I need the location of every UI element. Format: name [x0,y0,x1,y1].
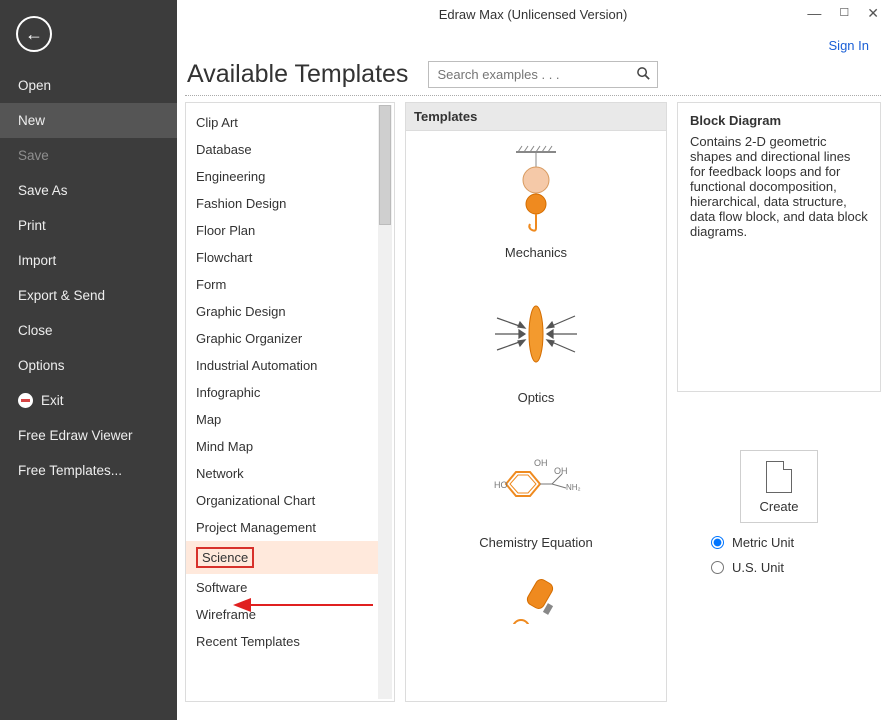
sidebar-item-export-send[interactable]: Export & Send [0,278,177,313]
chemistry-icon: HO OH OH NH₂ [486,429,586,529]
svg-text:NH₂: NH₂ [566,483,581,492]
sidebar-item-label: Import [18,253,56,268]
svg-text:OH: OH [534,458,548,468]
maximize-button[interactable]: ☐ [839,6,849,20]
sidebar-item-label: Save [18,148,49,163]
template-label: Chemistry Equation [479,535,592,550]
sidebar-item-print[interactable]: Print [0,208,177,243]
sidebar-item-import[interactable]: Import [0,243,177,278]
category-item[interactable]: Infographic [186,379,378,406]
sidebar-item-label: Print [18,218,46,233]
template-item[interactable] [486,574,586,630]
sidebar-item-label: Close [18,323,53,338]
category-item[interactable]: Industrial Automation [186,352,378,379]
description-title: Block Diagram [690,113,868,128]
page-title: Available Templates [187,60,408,89]
template-label: Mechanics [486,245,586,260]
category-item[interactable]: Flowchart [186,244,378,271]
category-item[interactable]: Network [186,460,378,487]
category-item[interactable]: Clip Art [186,109,378,136]
category-item[interactable]: Organizational Chart [186,487,378,514]
sidebar-item-save: Save [0,138,177,173]
category-item[interactable]: Map [186,406,378,433]
scrollbar[interactable] [378,105,392,699]
category-item[interactable]: Engineering [186,163,378,190]
sidebar-item-open[interactable]: Open [0,68,177,103]
search-box[interactable] [428,61,658,88]
unit-radios: Metric Unit U.S. Unit [711,535,794,575]
optics-icon [486,284,586,384]
window-controls: — ☐ ✕ [807,6,879,20]
sidebar-item-save-as[interactable]: Save As [0,173,177,208]
sidebar-item-label: Open [18,78,51,93]
category-item[interactable]: Science [186,541,378,574]
template-item[interactable]: Mechanics [486,139,586,278]
metric-unit-radio[interactable]: Metric Unit [711,535,794,550]
category-item[interactable]: Graphic Design [186,298,378,325]
title-bar: Edraw Max (Unlicensed Version) [177,0,889,28]
arrow-left-icon: ← [25,24,43,45]
minimize-button[interactable]: — [807,6,821,20]
sign-in-link[interactable]: Sign In [829,38,869,53]
back-button[interactable]: ← [16,16,52,52]
backstage-sidebar: ← Open New Save Save As Print Import Export & … [0,0,177,720]
category-item[interactable]: Wireframe [186,601,378,628]
category-item[interactable]: Software [186,574,378,601]
scrollbar-thumb[interactable] [379,105,391,225]
microscope-icon [486,574,586,624]
sidebar-item-label: Free Templates... [18,463,122,478]
category-label: Science [196,547,254,568]
category-item[interactable]: Floor Plan [186,217,378,244]
category-column: Clip ArtDatabaseEngineeringFashion Desig… [185,102,395,702]
exit-icon [18,393,33,408]
category-item[interactable]: Recent Templates [186,628,378,655]
category-item[interactable]: Mind Map [186,433,378,460]
category-item[interactable]: Project Management [186,514,378,541]
category-item[interactable]: Graphic Organizer [186,325,378,352]
sidebar-item-free-templates-[interactable]: Free Templates... [0,453,177,488]
us-unit-radio[interactable]: U.S. Unit [711,560,794,575]
sidebar-item-exit[interactable]: Exit [0,383,177,418]
sidebar-item-label: Options [18,358,65,373]
category-item[interactable]: Form [186,271,378,298]
description-body: Contains 2-D geometric shapes and direct… [690,134,868,239]
right-column: Block Diagram Contains 2-D geometric sha… [677,102,881,702]
template-item[interactable]: HO OH OH NH₂ Chemistry Equation [479,429,592,568]
sidebar-item-options[interactable]: Options [0,348,177,383]
close-button[interactable]: ✕ [867,6,879,20]
sidebar-item-free-edraw-viewer[interactable]: Free Edraw Viewer [0,418,177,453]
sidebar-item-label: Exit [41,393,64,408]
create-button[interactable]: Create [740,450,818,523]
search-input[interactable] [429,62,657,87]
metric-label: Metric Unit [732,535,794,550]
sidebar-item-label: Export & Send [18,288,105,303]
mechanics-icon [486,139,586,239]
metric-radio-input[interactable] [711,536,724,549]
description-box: Block Diagram Contains 2-D geometric sha… [677,102,881,392]
us-label: U.S. Unit [732,560,784,575]
sidebar-item-label: Free Edraw Viewer [18,428,133,443]
svg-text:HO: HO [494,480,508,490]
main-area: Available Templates Clip ArtDatabaseEngi… [177,52,889,720]
template-item[interactable]: Optics [486,284,586,423]
category-item[interactable]: Database [186,136,378,163]
create-label: Create [759,499,798,514]
us-radio-input[interactable] [711,561,724,574]
templates-header: Templates [406,103,666,131]
template-label: Optics [486,390,586,405]
search-icon[interactable] [636,66,651,84]
sidebar-item-new[interactable]: New [0,103,177,138]
sidebar-item-label: New [18,113,45,128]
page-icon [766,461,792,493]
sidebar-item-close[interactable]: Close [0,313,177,348]
sidebar-item-label: Save As [18,183,68,198]
templates-column: Templates Mechanics [405,102,667,702]
category-item[interactable]: Fashion Design [186,190,378,217]
window-title: Edraw Max (Unlicensed Version) [439,7,628,22]
svg-text:OH: OH [554,466,568,476]
